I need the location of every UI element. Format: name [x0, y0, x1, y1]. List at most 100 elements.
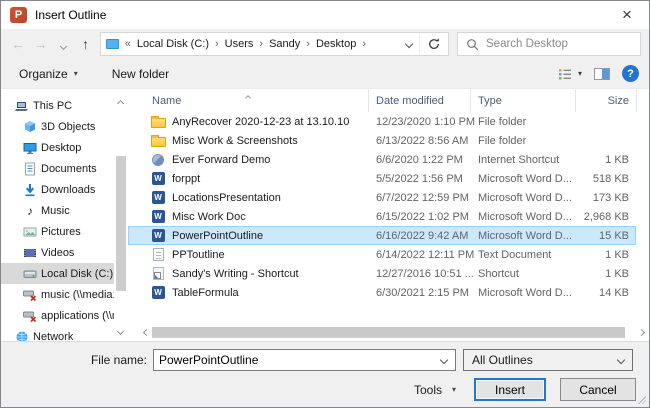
file-row-tableformula[interactable]: TableFormula 6/30/2021 2:15 PM Microsoft…: [128, 283, 636, 302]
breadcrumb-separator: ›: [258, 38, 264, 50]
file-row-locationspresentation[interactable]: LocationsPresentation 6/7/2022 12:59 PM …: [128, 188, 636, 207]
column-label: Size: [608, 95, 629, 107]
download-arrow-icon: [23, 183, 37, 197]
desktop-location-icon: [106, 39, 119, 50]
tools-label: Tools: [414, 383, 442, 397]
file-row-powerpointoutline[interactable]: PowerPointOutline 6/16/2022 9:42 AM Micr…: [128, 226, 636, 245]
scrollbar-thumb[interactable]: [116, 156, 126, 291]
sidebar-item-videos[interactable]: Videos: [1, 242, 114, 263]
sidebar-item-pictures[interactable]: Pictures: [1, 221, 114, 242]
sidebar-item-music-network-drive[interactable]: music (\\media1: [1, 284, 114, 305]
music-note-icon: ♪: [23, 204, 37, 218]
file-rows: AnyRecover 2020-12-23 at 13.10.10 12/23/…: [128, 112, 649, 302]
file-name: Misc Work Doc: [172, 211, 246, 223]
search-icon: [466, 38, 479, 51]
sidebar-item-local-disk-c[interactable]: Local Disk (C:): [1, 263, 114, 284]
organize-button[interactable]: Organize ▾: [19, 67, 78, 81]
file-row-misc-work-doc[interactable]: Misc Work Doc 6/15/2022 1:02 PM Microsof…: [128, 207, 636, 226]
breadcrumb-separator: ›: [305, 38, 311, 50]
sidebar-item-applications-network-drive[interactable]: applications (\\n: [1, 305, 114, 326]
scroll-left-icon[interactable]: [140, 330, 152, 335]
chevron-down-icon: [610, 350, 632, 370]
breadcrumb-segment[interactable]: Desktop: [316, 38, 356, 50]
preview-pane-button[interactable]: [594, 68, 610, 80]
insert-button[interactable]: Insert: [474, 378, 546, 401]
scroll-up-icon[interactable]: [118, 95, 123, 109]
sidebar-item-this-pc[interactable]: This PC: [1, 95, 114, 116]
folder-icon: [150, 115, 166, 128]
resize-grip[interactable]: [637, 395, 646, 404]
file-name-input[interactable]: [154, 353, 433, 367]
file-name: PPToutline: [172, 249, 225, 261]
sidebar-item-3d-objects[interactable]: 3D Objects: [1, 116, 114, 137]
sidebar-item-label: music (\\media1: [41, 289, 114, 301]
breadcrumb-segment[interactable]: Users: [225, 38, 254, 50]
sidebar-item-network[interactable]: Network: [1, 326, 114, 341]
up-arrow-icon[interactable]: ↑: [74, 37, 96, 51]
file-name: PowerPointOutline: [172, 230, 263, 242]
file-name: LocationsPresentation: [172, 192, 281, 204]
sidebar-item-downloads[interactable]: Downloads: [1, 179, 114, 200]
breadcrumb-segment[interactable]: Local Disk (C:): [137, 38, 209, 50]
sidebar-item-label: Documents: [41, 163, 97, 175]
address-bar[interactable]: « Local Disk (C:) › Users › Sandy › Desk…: [100, 32, 449, 56]
picture-icon: [23, 225, 37, 239]
sidebar-item-music[interactable]: ♪ Music: [1, 200, 114, 221]
file-row-misc-work-screenshots[interactable]: Misc Work & Screenshots 6/13/2022 8:56 A…: [128, 131, 636, 150]
word-icon: [150, 191, 166, 204]
disconnected-drive-icon: [23, 309, 37, 323]
refresh-icon[interactable]: [419, 33, 448, 55]
address-dropdown-chevron-icon[interactable]: [399, 33, 419, 55]
word-icon: [150, 172, 166, 185]
forward-arrow-icon[interactable]: →: [29, 37, 51, 51]
close-icon[interactable]: ×: [605, 1, 649, 29]
column-header-size[interactable]: Size: [576, 89, 637, 112]
breadcrumb-separator: ›: [361, 38, 367, 50]
scrollbar-thumb[interactable]: [152, 327, 625, 338]
breadcrumb-overflow[interactable]: «: [124, 38, 132, 50]
file-row-forppt[interactable]: forppt 5/5/2022 1:56 PM Microsoft Word D…: [128, 169, 636, 188]
sidebar-item-documents[interactable]: Documents: [1, 158, 114, 179]
network-icon: [15, 330, 29, 342]
file-type-dropdown[interactable]: All Outlines: [463, 349, 633, 371]
column-header-type[interactable]: Type: [471, 89, 576, 112]
column-label: Date modified: [376, 95, 444, 107]
sidebar-item-label: applications (\\n: [41, 310, 114, 322]
scroll-down-icon[interactable]: [118, 323, 123, 337]
sidebar-item-desktop[interactable]: Desktop: [1, 137, 114, 158]
file-row-pptoutline[interactable]: PPToutline 6/14/2022 12:11 PM Text Docum…: [128, 245, 636, 264]
change-view-button[interactable]: ▾: [558, 68, 582, 80]
new-folder-label: New folder: [112, 67, 169, 81]
back-arrow-icon[interactable]: ←: [7, 37, 29, 51]
dialog-title: Insert Outline: [35, 8, 106, 22]
chevron-down-icon: ▾: [578, 69, 582, 78]
help-icon[interactable]: ?: [622, 65, 639, 82]
tools-button[interactable]: Tools ▾: [414, 383, 456, 397]
column-headers: Name Date modified Type Size: [128, 89, 637, 112]
sidebar-item-label: Desktop: [41, 142, 81, 154]
navigation-pane: This PC 3D Objects Desktop Documents Dow…: [1, 89, 114, 341]
scroll-right-icon[interactable]: [635, 330, 647, 335]
file-row-anyrecover[interactable]: AnyRecover 2020-12-23 at 13.10.10 12/23/…: [128, 112, 636, 131]
disconnected-drive-icon: [23, 288, 37, 302]
insert-outline-dialog: P Insert Outline × ← → ↑ « Local Disk (C…: [0, 0, 650, 408]
cancel-button[interactable]: Cancel: [560, 378, 636, 401]
file-row-ever-forward-demo[interactable]: Ever Forward Demo 6/6/2020 1:22 PM Inter…: [128, 150, 636, 169]
sidebar-item-label: Music: [41, 205, 70, 217]
sidebar-item-label: Network: [33, 331, 73, 342]
new-folder-button[interactable]: New folder: [112, 67, 169, 81]
breadcrumb-segment[interactable]: Sandy: [269, 38, 300, 50]
recent-locations-chevron-icon[interactable]: [52, 37, 74, 51]
file-name: Ever Forward Demo: [172, 154, 270, 166]
word-icon: [150, 286, 166, 299]
document-icon: [23, 162, 37, 176]
file-name: forppt: [172, 173, 200, 185]
chevron-down-icon[interactable]: [433, 350, 455, 370]
column-header-date-modified[interactable]: Date modified: [369, 89, 471, 112]
scrollbar-track[interactable]: [152, 327, 635, 339]
file-name: Misc Work & Screenshots: [172, 135, 298, 147]
title-bar: P Insert Outline ×: [1, 1, 649, 29]
search-input[interactable]: [486, 38, 640, 50]
breadcrumb-separator: ›: [214, 38, 220, 50]
file-row-sandys-writing-shortcut[interactable]: Sandy's Writing - Shortcut 12/27/2016 10…: [128, 264, 636, 283]
